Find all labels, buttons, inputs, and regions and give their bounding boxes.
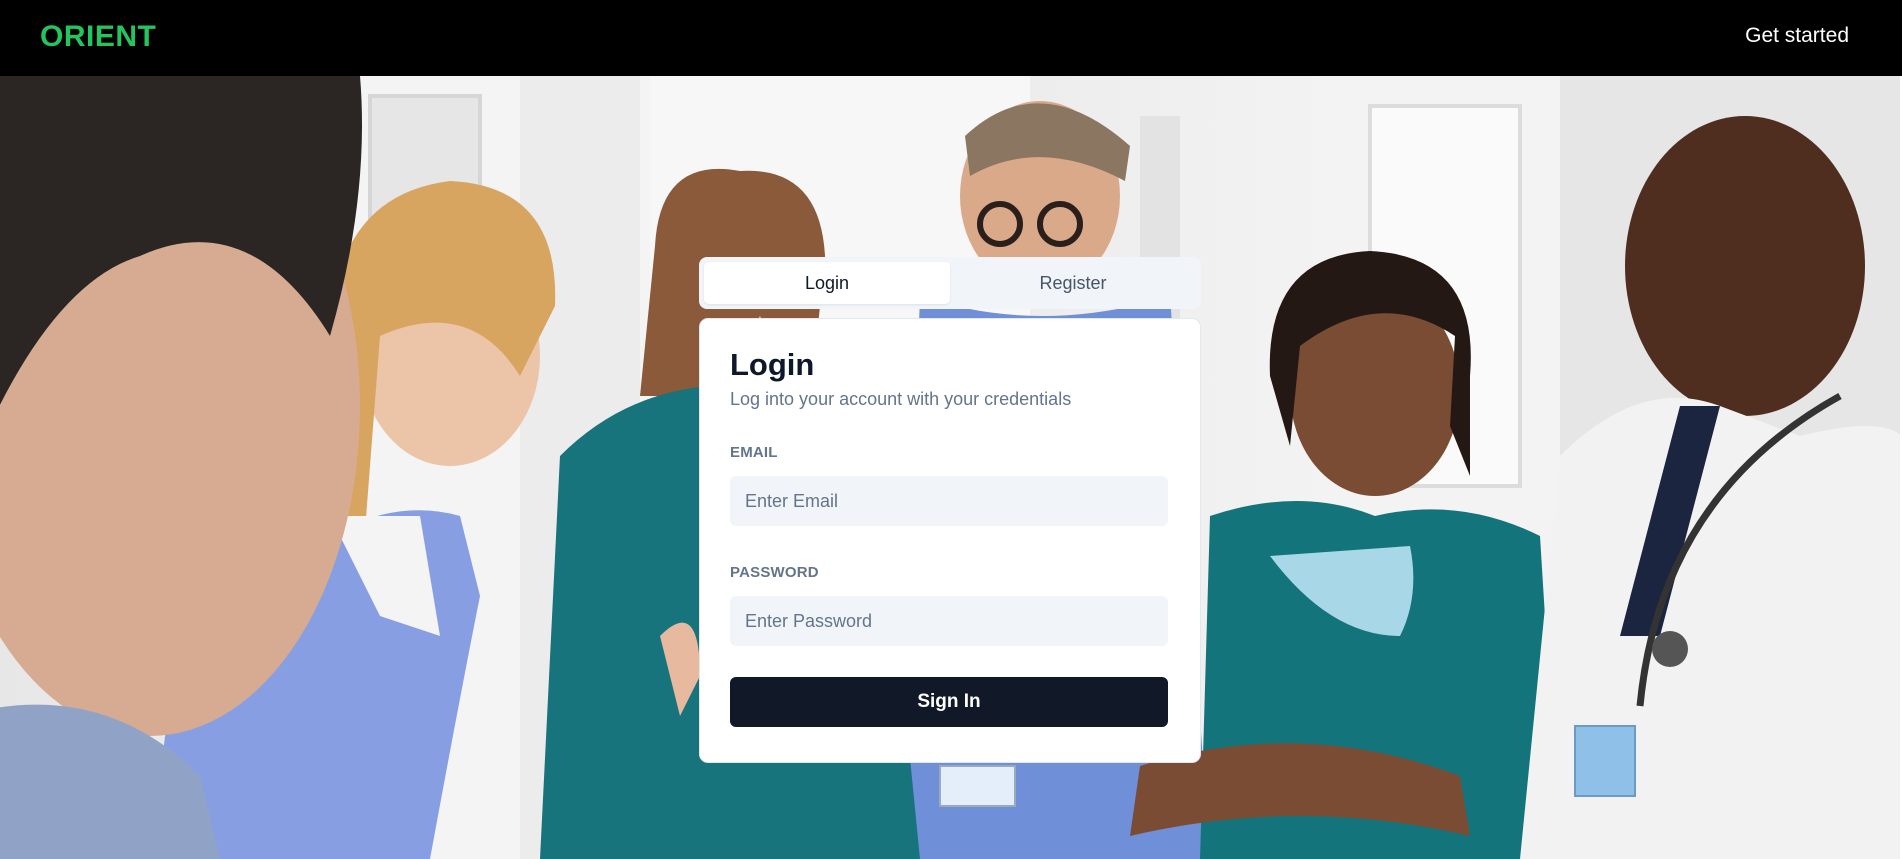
password-field[interactable] <box>730 596 1168 646</box>
top-navigation-bar: ORIENT Get started <box>0 0 1902 76</box>
login-card: Login Log into your account with your cr… <box>699 318 1201 763</box>
email-field[interactable] <box>730 476 1168 526</box>
password-label: PASSWORD <box>730 564 819 581</box>
auth-tabs: Login Register <box>699 257 1201 309</box>
login-subtitle: Log into your account with your credenti… <box>730 389 1072 409</box>
email-label: EMAIL <box>730 444 778 461</box>
tab-register[interactable]: Register <box>950 262 1196 304</box>
tab-login[interactable]: Login <box>704 262 950 304</box>
sign-in-button[interactable]: Sign In <box>730 677 1168 727</box>
brand-logo[interactable]: ORIENT <box>40 20 156 54</box>
get-started-link[interactable]: Get started <box>1745 24 1849 48</box>
login-title: Login <box>730 347 815 382</box>
